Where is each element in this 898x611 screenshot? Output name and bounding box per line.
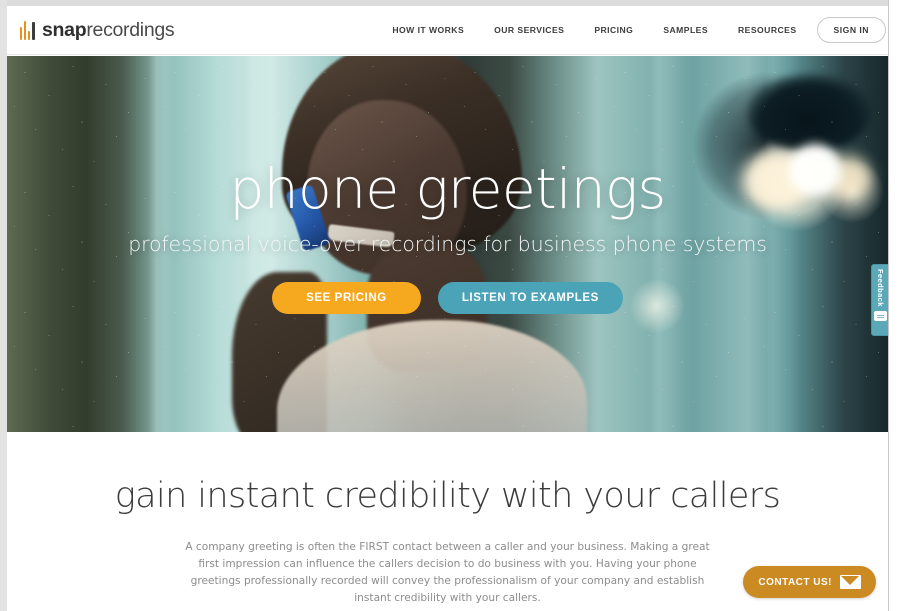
section-title: gain instant credibility with your calle… xyxy=(114,476,781,516)
hero-cta-group: SEE PRICING LISTEN TO EXAMPLES xyxy=(272,282,623,314)
hero-title: phone greetings xyxy=(229,157,666,221)
section-paragraph: A company greeting is often the FIRST co… xyxy=(185,541,710,604)
brand-name-light: recordings xyxy=(86,18,175,41)
listen-to-examples-button[interactable]: LISTEN TO EXAMPLES xyxy=(437,282,623,314)
contact-us-label: CONTACT US! xyxy=(758,576,832,588)
audio-bars-icon xyxy=(20,20,35,40)
nav-item-samples[interactable]: SAMPLES xyxy=(663,25,708,35)
sign-in-button[interactable]: SIGN IN xyxy=(816,17,887,43)
nav-item-pricing[interactable]: PRICING xyxy=(594,25,633,35)
window-frame-top xyxy=(0,0,898,6)
hero-banner: phone greetings professional voice-over … xyxy=(7,56,888,432)
page-root: snaprecordings HOW IT WORKS OUR SERVICES… xyxy=(0,0,898,611)
primary-navigation: HOW IT WORKS OUR SERVICES PRICING SAMPLE… xyxy=(392,25,796,35)
speech-bubble-icon xyxy=(874,310,887,321)
window-frame-left xyxy=(0,0,7,611)
nav-item-resources[interactable]: RESOURCES xyxy=(738,25,797,35)
site-header: snaprecordings HOW IT WORKS OUR SERVICES… xyxy=(7,6,898,55)
header-actions: SIGN IN GET STARTED xyxy=(816,17,898,43)
brand-name-bold: snap xyxy=(42,18,87,41)
contact-us-button[interactable]: CONTACT US! xyxy=(743,566,876,598)
hero-content: phone greetings professional voice-over … xyxy=(7,56,888,432)
brand-logo[interactable]: snaprecordings xyxy=(20,18,175,42)
nav-item-our-services[interactable]: OUR SERVICES xyxy=(494,25,564,35)
window-frame-right xyxy=(888,0,898,611)
brand-name: snaprecordings xyxy=(42,18,175,42)
feedback-tab-label: Feedback xyxy=(876,269,885,307)
see-pricing-button[interactable]: SEE PRICING xyxy=(272,282,421,314)
envelope-icon xyxy=(840,575,861,589)
hero-subtitle: professional voice-over recordings for b… xyxy=(128,232,767,256)
nav-item-how-it-works[interactable]: HOW IT WORKS xyxy=(392,25,464,35)
